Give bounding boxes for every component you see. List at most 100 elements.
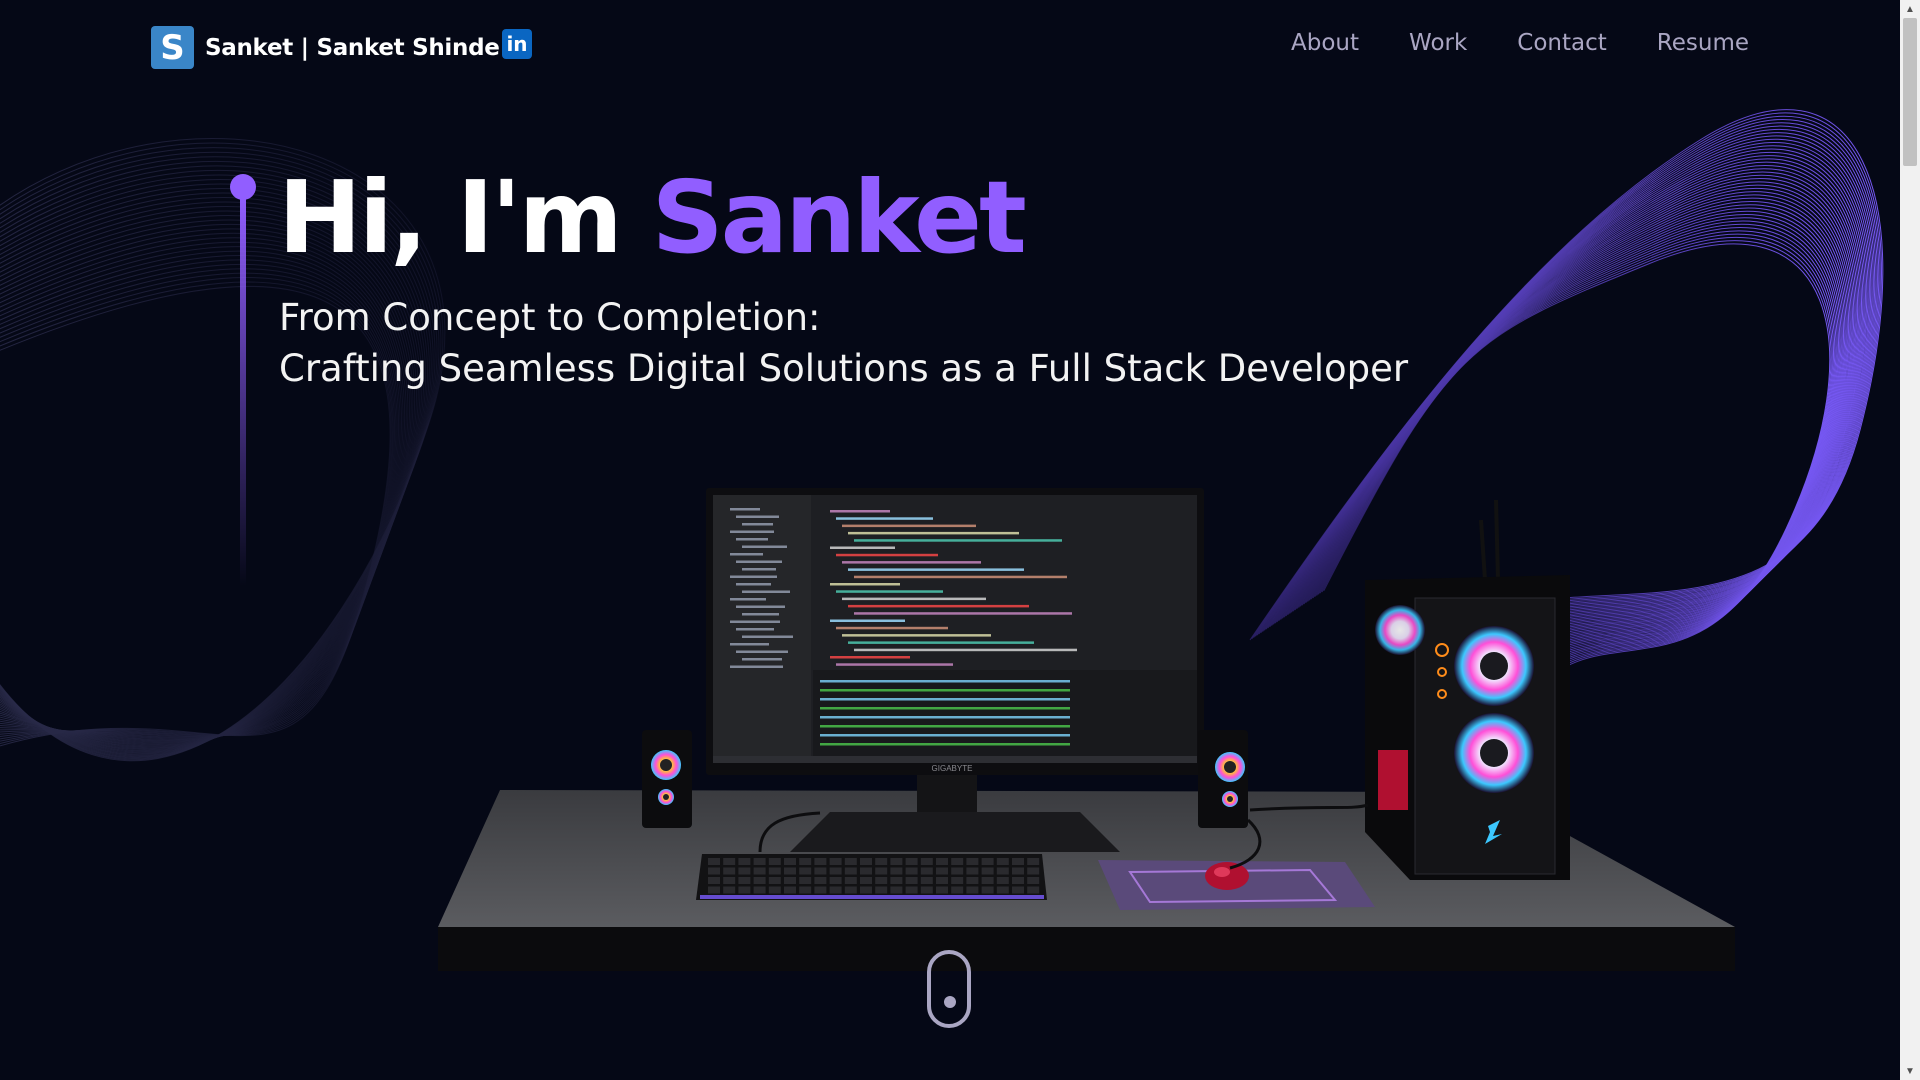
keyboard-key — [753, 867, 766, 875]
pc-case — [1365, 499, 1570, 880]
keyboard-key — [708, 877, 720, 884]
keyboard-key — [951, 867, 964, 875]
editor-status-bar — [713, 756, 1197, 763]
browser-scrollbar[interactable]: ▲ ▼ — [1900, 0, 1920, 1080]
scrollbar-thumb[interactable] — [1903, 18, 1917, 166]
keyboard-key — [936, 886, 948, 894]
keyboard-key — [905, 886, 918, 894]
terminal-line — [820, 698, 1070, 701]
keyboard-key — [981, 877, 994, 884]
code-line — [830, 510, 890, 513]
keyboard-key — [1027, 886, 1040, 894]
scroll-up-arrow-icon[interactable]: ▲ — [1900, 0, 1920, 18]
code-line — [842, 524, 976, 528]
keyboard-key — [829, 867, 842, 875]
scroll-down-indicator[interactable] — [927, 950, 971, 1028]
keyboard-key — [860, 867, 872, 875]
keyboard-key — [920, 858, 933, 865]
file-tree-item — [736, 605, 785, 608]
code-line — [830, 546, 895, 549]
linkedin-icon[interactable]: in — [502, 29, 532, 59]
file-tree-item — [730, 620, 780, 623]
keyboard-key — [996, 877, 1009, 884]
hero-subtitle-line-2: Crafting Seamless Digital Solutions as a… — [279, 347, 1409, 390]
keyboard-key — [1012, 886, 1024, 894]
code-line — [854, 648, 1077, 652]
keyboard-key — [966, 858, 979, 865]
file-tree-item — [742, 590, 790, 593]
keyboard-key — [723, 858, 736, 865]
keyboard-key — [996, 886, 1009, 894]
code-line — [836, 663, 953, 666]
keyboard-key — [768, 867, 781, 875]
mouse-highlight — [1214, 867, 1230, 877]
hero-subtitle-line-1: From Concept to Completion: — [279, 296, 821, 339]
navbar: S Sanket | Sanket Shinde in About Work C… — [0, 0, 1900, 94]
code-line — [830, 656, 910, 659]
keyboard-key — [905, 867, 918, 875]
keyboard-key — [753, 858, 766, 865]
keyboard-key — [753, 886, 766, 894]
keyboard-key — [875, 877, 888, 884]
terminal-line — [820, 743, 1070, 746]
keyboard-key — [1027, 877, 1040, 884]
code-line — [848, 604, 1029, 608]
terminal-line — [820, 689, 1070, 692]
code-line — [854, 539, 1062, 542]
keyboard-key — [708, 858, 720, 865]
left-speaker — [642, 730, 692, 828]
keyboard-key — [920, 886, 933, 894]
keyboard-key — [920, 867, 933, 875]
keyboard-key — [875, 867, 888, 875]
keyboard-key — [799, 886, 812, 894]
desktop-pc-3d-scene[interactable]: GIGABYTE — [430, 480, 1750, 980]
file-tree-item — [730, 665, 783, 668]
hero-subtitle: From Concept to Completion: Crafting Sea… — [279, 292, 1408, 394]
keyboard-key — [996, 858, 1009, 865]
keyboard-key — [966, 877, 979, 884]
keyboard-key — [936, 877, 948, 884]
hero-greeting: Hi, I'm — [278, 159, 652, 276]
portfolio-page: S Sanket | Sanket Shinde in About Work C… — [0, 0, 1920, 1080]
monitor-brand-label: GIGABYTE — [932, 764, 973, 773]
file-tree-item — [742, 568, 776, 571]
code-line — [848, 531, 1019, 535]
nav-link-about[interactable]: About — [1291, 30, 1359, 56]
file-tree-item — [742, 635, 793, 638]
code-line — [830, 583, 900, 586]
nav-links: About Work Contact Resume — [1291, 30, 1749, 56]
file-tree-item — [730, 575, 777, 578]
file-tree-item — [730, 643, 769, 646]
keyboard-key — [738, 886, 751, 894]
file-tree-item — [742, 658, 782, 661]
terminal-line — [820, 707, 1070, 710]
nav-link-contact[interactable]: Contact — [1517, 30, 1606, 56]
keyboard-key — [829, 877, 842, 884]
nav-link-resume[interactable]: Resume — [1657, 30, 1749, 56]
keyboard-key — [768, 877, 781, 884]
code-line — [842, 634, 991, 637]
nav-link-work[interactable]: Work — [1409, 30, 1467, 56]
keyboard-key — [723, 886, 736, 894]
keyboard-key — [844, 867, 857, 875]
keyboard-key — [784, 858, 796, 865]
file-tree-item — [736, 650, 788, 653]
keyboard-key — [723, 877, 736, 884]
keyboard-key — [981, 867, 994, 875]
code-line — [836, 626, 948, 630]
file-tree-item — [742, 523, 773, 526]
keyboard-key — [738, 877, 751, 884]
keyboard-key — [981, 886, 994, 894]
mouse — [1205, 862, 1249, 890]
file-tree-item — [730, 598, 766, 601]
scroll-down-arrow-icon[interactable]: ▼ — [1900, 1062, 1920, 1080]
keyboard-key — [1012, 877, 1024, 884]
keyboard-key — [890, 858, 903, 865]
brand-link[interactable]: S Sanket | Sanket Shinde — [151, 26, 500, 69]
file-tree-item — [742, 613, 779, 616]
keyboard-key — [708, 867, 720, 875]
logo-letter: S — [160, 27, 185, 68]
keyboard-key — [799, 877, 812, 884]
code-line — [854, 612, 1072, 615]
terminal-line — [820, 716, 1070, 719]
